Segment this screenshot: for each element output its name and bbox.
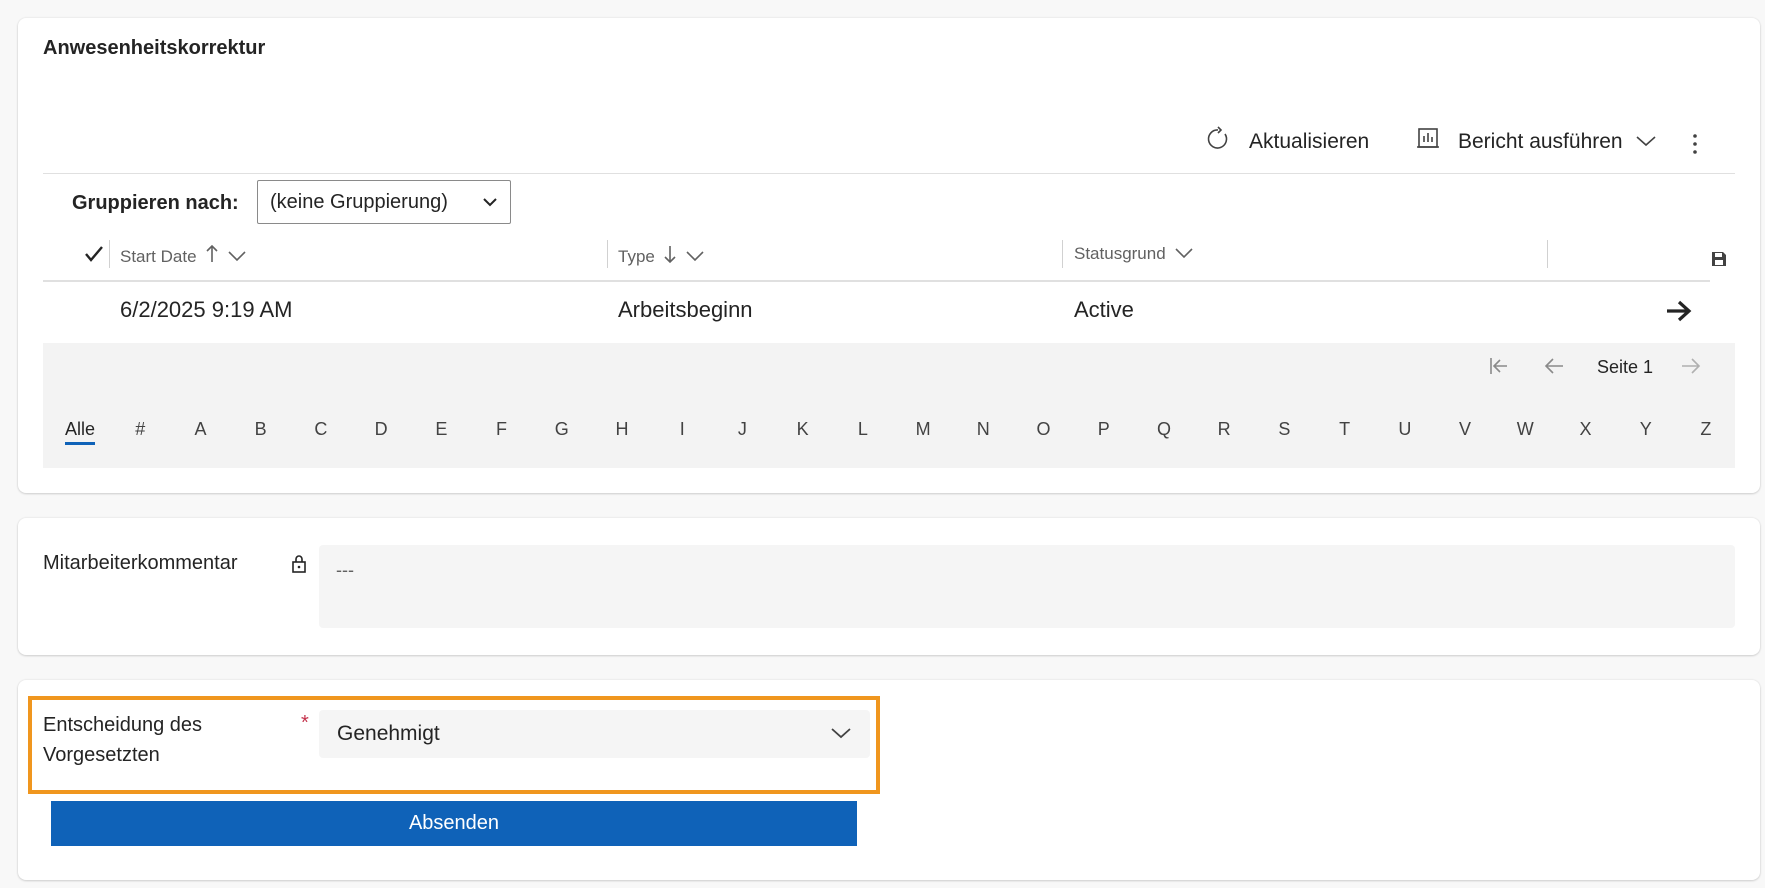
alphabet-filter-letter[interactable]: C (306, 419, 336, 445)
previous-page-icon[interactable] (1543, 355, 1565, 382)
select-all-checkmark-icon[interactable] (84, 245, 104, 268)
pager-bar: Seite 1 Alle # A B C D E F G H I J K L M N O P Q R S T U V W X Y Z (43, 343, 1735, 468)
alphabet-filter-letter[interactable]: R (1209, 419, 1239, 445)
section-title: Anwesenheitskorrektur (43, 37, 266, 59)
chevron-down-icon (1635, 130, 1657, 154)
groupby-select[interactable]: (keine Gruppierung) (257, 180, 511, 224)
alphabet-filter-letter[interactable]: H (607, 419, 637, 445)
column-separator (109, 240, 110, 268)
column-separator (1062, 240, 1063, 268)
alphabet-filter-letter[interactable]: W (1510, 419, 1540, 445)
comment-card: Mitarbeiterkommentar --- (18, 518, 1760, 655)
alphabet-filter-letter[interactable]: M (908, 419, 938, 445)
next-page-icon[interactable] (1680, 355, 1702, 382)
chevron-down-icon (219, 247, 247, 267)
lock-icon (291, 554, 307, 579)
chevron-down-icon (482, 191, 498, 214)
sort-ascending-icon (197, 244, 219, 269)
alphabet-filter-letter[interactable]: P (1089, 419, 1119, 445)
cell-type: Arbeitsbeginn (618, 297, 753, 322)
cell-start-date: 6/2/2025 9:19 AM (120, 297, 293, 322)
alphabet-filter-letter[interactable]: # (125, 419, 155, 445)
column-header-label: Statusgrund (1074, 244, 1166, 263)
alphabet-filter-letter[interactable]: Q (1149, 419, 1179, 445)
more-options-icon[interactable] (1690, 131, 1700, 157)
decision-label: Entscheidung des Vorgesetzten (43, 714, 203, 766)
alphabet-filter-letter[interactable]: T (1330, 419, 1360, 445)
refresh-button[interactable]: Aktualisieren (1205, 126, 1369, 158)
save-icon[interactable] (1710, 250, 1728, 273)
alphabet-filter-letter[interactable]: B (246, 419, 276, 445)
groupby-label: Gruppieren nach: (72, 192, 239, 214)
decision-card: Entscheidung des Vorgesetzten * Genehmig… (18, 680, 1760, 880)
first-page-icon[interactable] (1488, 355, 1510, 382)
alphabet-filter-letter[interactable]: G (547, 419, 577, 445)
decision-dropdown[interactable]: Genehmigt (319, 710, 870, 758)
chevron-down-icon (677, 247, 705, 267)
subgrid-card: Anwesenheitskorrektur Aktualisieren Beri… (18, 18, 1760, 493)
alphabet-filter-letter[interactable]: A (185, 419, 215, 445)
alphabet-filter-letter[interactable]: F (487, 419, 517, 445)
run-report-label: Bericht ausführen (1458, 130, 1623, 153)
chevron-down-icon (830, 722, 852, 746)
alphabet-filter-letter[interactable]: Z (1691, 419, 1721, 445)
groupby-value: (keine Gruppierung) (270, 190, 448, 213)
comment-field: --- (319, 545, 1735, 628)
alphabet-filter-all[interactable]: Alle (65, 419, 96, 445)
alphabet-filter-letter[interactable]: S (1269, 419, 1299, 445)
column-header-statusgrund[interactable]: Statusgrund (1074, 244, 1194, 264)
required-mark: * (301, 712, 309, 734)
comment-label: Mitarbeiterkommentar (43, 552, 238, 574)
alphabet-filter-letter[interactable]: Y (1631, 419, 1661, 445)
column-header-label: Type (618, 246, 655, 266)
alphabet-filter: Alle # A B C D E F G H I J K L M N O P Q R S T U V W X Y Z (43, 403, 1735, 468)
arrow-right-icon[interactable] (1665, 299, 1693, 328)
alphabet-filter-letter[interactable]: E (426, 419, 456, 445)
column-header-start-date[interactable]: Start Date (120, 244, 247, 269)
cell-status: Active (1074, 297, 1134, 322)
decision-value: Genehmigt (337, 722, 440, 745)
alphabet-filter-letter[interactable]: N (968, 419, 998, 445)
column-header-label: Start Date (120, 246, 197, 266)
column-separator (607, 240, 608, 268)
table-row[interactable]: 6/2/2025 9:19 AM Arbeitsbeginn Active (73, 282, 1710, 340)
alphabet-filter-letter[interactable]: K (788, 419, 818, 445)
page-label: Seite 1 (1597, 357, 1654, 377)
refresh-label: Aktualisieren (1249, 130, 1370, 153)
alphabet-filter-letter[interactable]: J (727, 419, 757, 445)
column-header-type[interactable]: Type (618, 244, 705, 269)
report-icon (1416, 126, 1440, 158)
alphabet-filter-letter[interactable]: D (366, 419, 396, 445)
alphabet-filter-letter[interactable]: O (1029, 419, 1059, 445)
chevron-down-icon (1166, 244, 1194, 264)
alphabet-filter-letter[interactable]: U (1390, 419, 1420, 445)
alphabet-filter-letter[interactable]: I (667, 419, 697, 445)
alphabet-filter-letter[interactable]: L (848, 419, 878, 445)
toolbar-divider (43, 173, 1735, 174)
alphabet-filter-letter[interactable]: X (1570, 419, 1600, 445)
sort-descending-icon (655, 244, 677, 269)
submit-button[interactable]: Absenden (51, 801, 857, 846)
run-report-button[interactable]: Bericht ausführen (1416, 126, 1657, 158)
column-separator (1547, 240, 1548, 268)
alphabet-filter-letter[interactable]: V (1450, 419, 1480, 445)
refresh-icon (1205, 126, 1231, 158)
